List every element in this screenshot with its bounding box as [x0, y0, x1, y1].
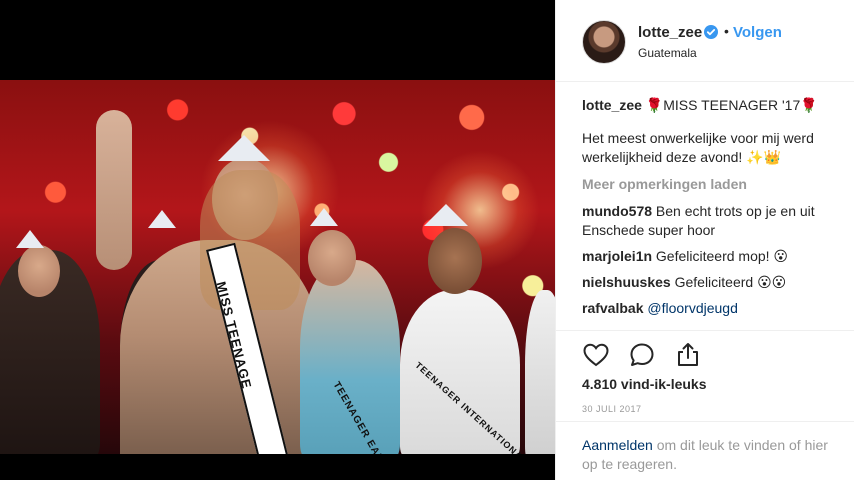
crown [148, 210, 176, 228]
contestant-head [18, 245, 60, 297]
caption-title: 🌹MISS TEENAGER '17🌹 [645, 97, 818, 113]
winner-crown [218, 135, 270, 161]
contestant-head [428, 228, 482, 294]
instagram-post: MISS TEENAGE TEENAGER EARTH TEENAGER INT… [0, 0, 854, 480]
avatar[interactable] [582, 20, 626, 64]
login-link[interactable]: Aanmelden [582, 437, 653, 453]
comment-username[interactable]: nielshuuskes [582, 274, 671, 290]
comment-item: rafvalbak @floorvdjeugd [582, 299, 842, 318]
contestant-edge [525, 290, 555, 454]
share-icon[interactable] [674, 341, 702, 369]
heart-icon[interactable] [582, 341, 610, 369]
comment-item: nielshuuskes Gefeliciteerd 😮😮 [582, 273, 842, 292]
contestant-middle [300, 260, 400, 454]
post-photo[interactable]: MISS TEENAGE TEENAGER EARTH TEENAGER INT… [0, 80, 555, 454]
caption-username[interactable]: lotte_zee [582, 97, 642, 113]
comment-text: Gefeliciteerd 😮😮 [674, 274, 787, 290]
crown [424, 204, 468, 226]
post-date[interactable]: 30 JULI 2017 [582, 404, 642, 414]
crown [310, 208, 338, 226]
winner-raised-arm [96, 110, 132, 270]
action-bar [582, 341, 702, 369]
comment-item: marjolei1n Gefeliciteerd mop! 😮 [582, 247, 842, 266]
post-header: lotte_zee • Volgen Guatemala [556, 0, 854, 82]
comments-section: lotte_zee 🌹MISS TEENAGER '17🌹 Het meest … [582, 96, 842, 325]
separator-dot: • [724, 23, 729, 39]
login-prompt-text: Aanmelden om dit leuk te vinden of hier … [582, 436, 842, 474]
follow-button[interactable]: Volgen [733, 24, 782, 41]
actions-area: 4.810 vind-ik-leuks 30 JULI 2017 [556, 330, 854, 414]
comment-text: Gefeliciteerd mop! 😮 [655, 248, 789, 264]
header-username[interactable]: lotte_zee [638, 24, 702, 41]
comment-username[interactable]: marjolei1n [582, 248, 652, 264]
caption-text: Het meest onwerkelijke voor mij werd wer… [582, 130, 814, 165]
side-panel: lotte_zee • Volgen Guatemala lotte_zee 🌹… [555, 0, 854, 480]
comment-icon[interactable] [628, 341, 656, 369]
verified-badge-icon [704, 25, 718, 39]
comment-mention-link[interactable]: @floorvdjeugd [647, 300, 738, 316]
caption-heading: lotte_zee 🌹MISS TEENAGER '17🌹 [582, 96, 842, 115]
load-more-comments-button[interactable]: Meer opmerkingen laden [582, 175, 842, 194]
comment-username[interactable]: mundo578 [582, 203, 652, 219]
location-link[interactable]: Guatemala [638, 46, 697, 60]
comment-item: mundo578 Ben echt trots op je en uit Ens… [582, 202, 842, 240]
photo-pane: MISS TEENAGE TEENAGER EARTH TEENAGER INT… [0, 0, 555, 480]
contestant-head [308, 230, 356, 286]
comment-username[interactable]: rafvalbak [582, 300, 643, 316]
crown [16, 230, 44, 248]
login-prompt: Aanmelden om dit leuk te vinden of hier … [556, 421, 854, 480]
like-count[interactable]: 4.810 vind-ik-leuks [582, 376, 707, 392]
